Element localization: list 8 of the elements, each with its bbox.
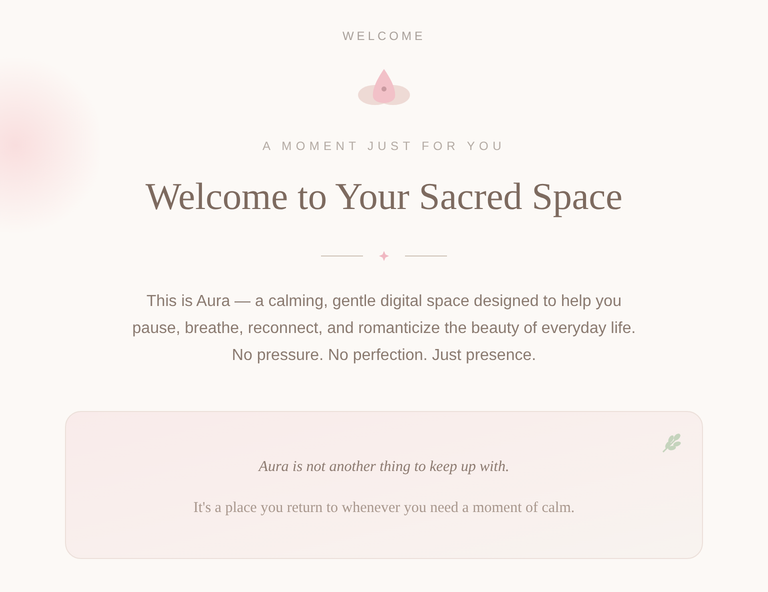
eyebrow-label: WELCOME — [342, 28, 426, 45]
lotus-icon — [357, 67, 411, 107]
tagline: A MOMENT JUST FOR YOU — [262, 138, 506, 155]
page-title: Welcome to Your Sacred Space — [145, 175, 623, 220]
intro-paragraph: This is Aura — a calming, gentle digital space designed to help you pause, breathe, reconnect, and romanticize the beauty of everyday life. No pressure. No perfection. Just presence. — [131, 292, 637, 366]
card-heading: Aura is not another thing to keep up with. — [258, 458, 510, 477]
card-body: It's a place you return to whenever you need a moment of calm. — [193, 498, 575, 518]
leaf-icon — [660, 432, 684, 454]
